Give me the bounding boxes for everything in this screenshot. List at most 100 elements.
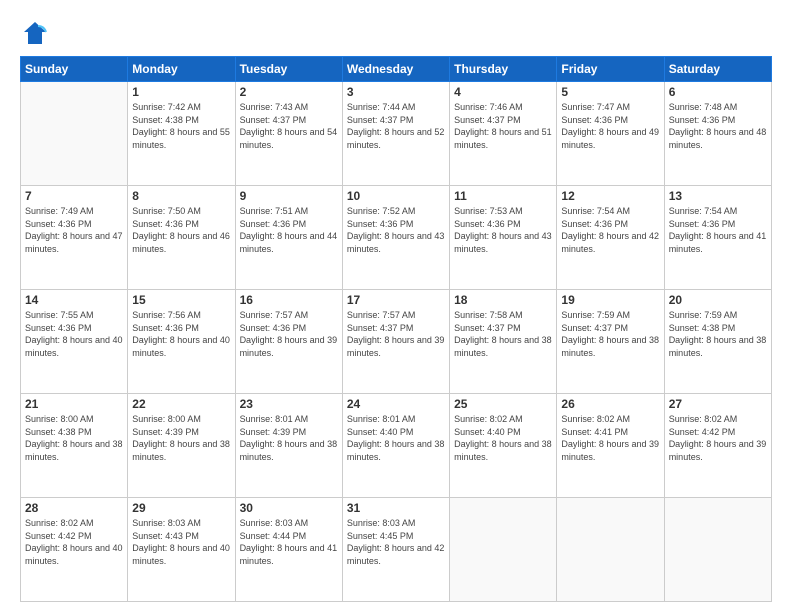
- header: [20, 18, 772, 48]
- day-number: 22: [132, 397, 230, 411]
- cell-content: Sunrise: 7:43 AMSunset: 4:37 PMDaylight:…: [240, 101, 338, 151]
- day-number: 19: [561, 293, 659, 307]
- day-number: 27: [669, 397, 767, 411]
- cell-content: Sunrise: 8:02 AMSunset: 4:40 PMDaylight:…: [454, 413, 552, 463]
- calendar-table: SundayMondayTuesdayWednesdayThursdayFrid…: [20, 56, 772, 602]
- calendar-cell: 29Sunrise: 8:03 AMSunset: 4:43 PMDayligh…: [128, 498, 235, 602]
- logo-icon: [20, 18, 50, 48]
- cell-content: Sunrise: 7:54 AMSunset: 4:36 PMDaylight:…: [669, 205, 767, 255]
- week-row-4: 21 Sunrise: 8:00 AMSunset: 4:38 PMDayligh…: [21, 394, 772, 498]
- calendar-cell: 26 Sunrise: 8:02 AMSunset: 4:41 PMDayligh…: [557, 394, 664, 498]
- day-number: 3: [347, 85, 445, 99]
- cell-content: Sunrise: 8:01 AMSunset: 4:39 PMDaylight:…: [240, 413, 338, 463]
- cell-content: Sunrise: 7:57 AMSunset: 4:36 PMDaylight:…: [240, 309, 338, 359]
- cell-content: Sunrise: 8:00 AMSunset: 4:39 PMDaylight:…: [132, 413, 230, 463]
- week-row-3: 14 Sunrise: 7:55 AMSunset: 4:36 PMDayligh…: [21, 290, 772, 394]
- cell-content: Sunrise: 7:54 AMSunset: 4:36 PMDaylight:…: [561, 205, 659, 255]
- cell-content: Sunrise: 8:01 AMSunset: 4:40 PMDaylight:…: [347, 413, 445, 463]
- cell-content: Sunrise: 7:47 AMSunset: 4:36 PMDaylight:…: [561, 101, 659, 151]
- calendar-cell: [664, 498, 771, 602]
- calendar-cell: 1Sunrise: 7:42 AMSunset: 4:38 PMDaylight…: [128, 82, 235, 186]
- calendar-cell: 15Sunrise: 7:56 AMSunset: 4:36 PMDayligh…: [128, 290, 235, 394]
- cell-content: Sunrise: 8:02 AMSunset: 4:42 PMDaylight:…: [669, 413, 767, 463]
- cell-content: Sunrise: 7:55 AMSunset: 4:36 PMDaylight:…: [25, 309, 123, 359]
- calendar-cell: 19 Sunrise: 7:59 AMSunset: 4:37 PMDayligh…: [557, 290, 664, 394]
- calendar-cell: 6 Sunrise: 7:48 AMSunset: 4:36 PMDaylight…: [664, 82, 771, 186]
- cell-content: Sunrise: 7:59 AMSunset: 4:38 PMDaylight:…: [669, 309, 767, 359]
- calendar-header-row: SundayMondayTuesdayWednesdayThursdayFrid…: [21, 57, 772, 82]
- calendar-cell: 11 Sunrise: 7:53 AMSunset: 4:36 PMDayligh…: [450, 186, 557, 290]
- day-number: 7: [25, 189, 123, 203]
- week-row-2: 7 Sunrise: 7:49 AMSunset: 4:36 PMDaylight…: [21, 186, 772, 290]
- day-number: 20: [669, 293, 767, 307]
- calendar-cell: 10 Sunrise: 7:52 AMSunset: 4:36 PMDayligh…: [342, 186, 449, 290]
- calendar-cell: 21 Sunrise: 8:00 AMSunset: 4:38 PMDayligh…: [21, 394, 128, 498]
- day-number: 24: [347, 397, 445, 411]
- cell-content: Sunrise: 8:02 AMSunset: 4:41 PMDaylight:…: [561, 413, 659, 463]
- cell-content: Sunrise: 8:02 AMSunset: 4:42 PMDaylight:…: [25, 517, 123, 567]
- day-number: 18: [454, 293, 552, 307]
- calendar-cell: 13 Sunrise: 7:54 AMSunset: 4:36 PMDayligh…: [664, 186, 771, 290]
- calendar-cell: 8 Sunrise: 7:50 AMSunset: 4:36 PMDaylight…: [128, 186, 235, 290]
- calendar-cell: 24 Sunrise: 8:01 AMSunset: 4:40 PMDayligh…: [342, 394, 449, 498]
- col-header-friday: Friday: [557, 57, 664, 82]
- day-number: 13: [669, 189, 767, 203]
- day-number: 17: [347, 293, 445, 307]
- calendar-cell: 3 Sunrise: 7:44 AMSunset: 4:37 PMDaylight…: [342, 82, 449, 186]
- calendar-cell: 18Sunrise: 7:58 AMSunset: 4:37 PMDayligh…: [450, 290, 557, 394]
- day-number: 4: [454, 85, 552, 99]
- calendar-cell: 16Sunrise: 7:57 AMSunset: 4:36 PMDayligh…: [235, 290, 342, 394]
- day-number: 15: [132, 293, 230, 307]
- day-number: 2: [240, 85, 338, 99]
- calendar-cell: 2 Sunrise: 7:43 AMSunset: 4:37 PMDaylight…: [235, 82, 342, 186]
- col-header-tuesday: Tuesday: [235, 57, 342, 82]
- calendar-cell: 28 Sunrise: 8:02 AMSunset: 4:42 PMDayligh…: [21, 498, 128, 602]
- day-number: 12: [561, 189, 659, 203]
- cell-content: Sunrise: 7:46 AMSunset: 4:37 PMDaylight:…: [454, 101, 552, 151]
- cell-content: Sunrise: 8:03 AMSunset: 4:44 PMDaylight:…: [240, 517, 338, 567]
- day-number: 23: [240, 397, 338, 411]
- calendar-cell: 22 Sunrise: 8:00 AMSunset: 4:39 PMDayligh…: [128, 394, 235, 498]
- calendar-cell: [557, 498, 664, 602]
- day-number: 1: [132, 85, 230, 99]
- calendar-cell: [21, 82, 128, 186]
- day-number: 14: [25, 293, 123, 307]
- cell-content: Sunrise: 7:59 AMSunset: 4:37 PMDaylight:…: [561, 309, 659, 359]
- cell-content: Sunrise: 7:52 AMSunset: 4:36 PMDaylight:…: [347, 205, 445, 255]
- cell-content: Sunrise: 7:44 AMSunset: 4:37 PMDaylight:…: [347, 101, 445, 151]
- calendar-cell: 25Sunrise: 8:02 AMSunset: 4:40 PMDayligh…: [450, 394, 557, 498]
- cell-content: Sunrise: 7:48 AMSunset: 4:36 PMDaylight:…: [669, 101, 767, 151]
- calendar-cell: 31Sunrise: 8:03 AMSunset: 4:45 PMDayligh…: [342, 498, 449, 602]
- calendar-cell: 20 Sunrise: 7:59 AMSunset: 4:38 PMDayligh…: [664, 290, 771, 394]
- logo: [20, 18, 54, 48]
- cell-content: Sunrise: 7:57 AMSunset: 4:37 PMDaylight:…: [347, 309, 445, 359]
- day-number: 26: [561, 397, 659, 411]
- calendar-cell: 23 Sunrise: 8:01 AMSunset: 4:39 PMDayligh…: [235, 394, 342, 498]
- day-number: 29: [132, 501, 230, 515]
- cell-content: Sunrise: 8:00 AMSunset: 4:38 PMDaylight:…: [25, 413, 123, 463]
- calendar-cell: 4 Sunrise: 7:46 AMSunset: 4:37 PMDaylight…: [450, 82, 557, 186]
- page: SundayMondayTuesdayWednesdayThursdayFrid…: [0, 0, 792, 612]
- day-number: 21: [25, 397, 123, 411]
- day-number: 8: [132, 189, 230, 203]
- calendar-cell: 27 Sunrise: 8:02 AMSunset: 4:42 PMDayligh…: [664, 394, 771, 498]
- calendar-cell: 12 Sunrise: 7:54 AMSunset: 4:36 PMDayligh…: [557, 186, 664, 290]
- day-number: 11: [454, 189, 552, 203]
- calendar-cell: 5Sunrise: 7:47 AMSunset: 4:36 PMDaylight…: [557, 82, 664, 186]
- cell-content: Sunrise: 7:49 AMSunset: 4:36 PMDaylight:…: [25, 205, 123, 255]
- cell-content: Sunrise: 7:53 AMSunset: 4:36 PMDaylight:…: [454, 205, 552, 255]
- col-header-sunday: Sunday: [21, 57, 128, 82]
- week-row-5: 28 Sunrise: 8:02 AMSunset: 4:42 PMDayligh…: [21, 498, 772, 602]
- col-header-saturday: Saturday: [664, 57, 771, 82]
- col-header-monday: Monday: [128, 57, 235, 82]
- calendar-cell: [450, 498, 557, 602]
- day-number: 10: [347, 189, 445, 203]
- cell-content: Sunrise: 7:50 AMSunset: 4:36 PMDaylight:…: [132, 205, 230, 255]
- day-number: 6: [669, 85, 767, 99]
- day-number: 9: [240, 189, 338, 203]
- cell-content: Sunrise: 7:51 AMSunset: 4:36 PMDaylight:…: [240, 205, 338, 255]
- calendar-cell: 30 Sunrise: 8:03 AMSunset: 4:44 PMDayligh…: [235, 498, 342, 602]
- day-number: 30: [240, 501, 338, 515]
- calendar-cell: 9 Sunrise: 7:51 AMSunset: 4:36 PMDaylight…: [235, 186, 342, 290]
- day-number: 28: [25, 501, 123, 515]
